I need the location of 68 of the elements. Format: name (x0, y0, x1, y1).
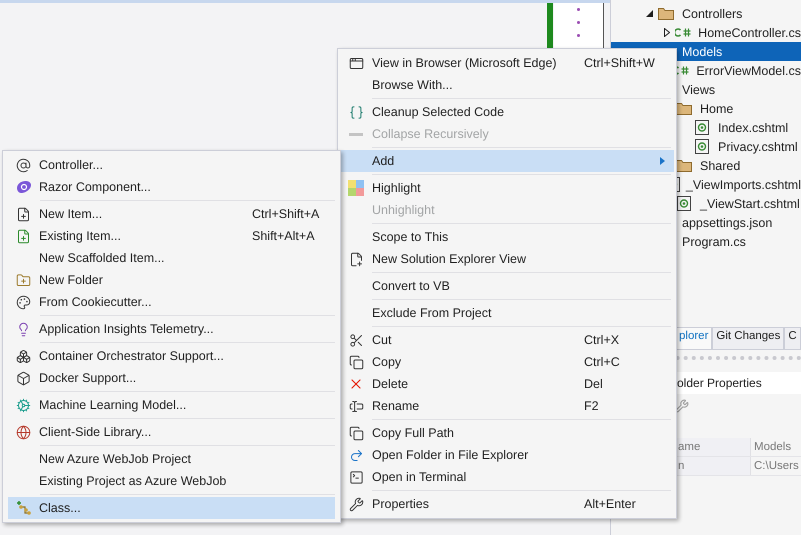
box-icon (16, 370, 31, 386)
menu-item[interactable]: Existing Project as Azure WebJob (8, 470, 335, 492)
file-plus-icon (16, 206, 31, 222)
menu-item[interactable]: Browse With... (340, 74, 674, 96)
minus-icon (349, 132, 363, 136)
scissors-icon (348, 332, 364, 348)
terminal-icon (348, 470, 364, 484)
shortcut-text: Alt+Enter (584, 497, 636, 511)
menu-item[interactable]: Application Insights Telemetry... (8, 318, 335, 340)
folder-icon (658, 7, 674, 20)
file-plus-icon (16, 228, 31, 244)
menu-item[interactable]: Class... (8, 497, 335, 519)
color-squares-icon (348, 180, 364, 196)
palette-icon (16, 294, 31, 310)
razor-file-icon (695, 120, 709, 135)
shortcut-text: Del (584, 377, 603, 391)
shortcut-text: Shift+Alt+A (252, 229, 315, 243)
at-sign-icon (16, 158, 31, 172)
boxes-icon (16, 348, 31, 364)
globe-icon (16, 424, 31, 440)
wrench-icon[interactable] (675, 399, 689, 413)
menu-item[interactable]: Rename F2 (340, 395, 674, 417)
menu-item[interactable]: New Solution Explorer View (340, 248, 674, 270)
menu-item[interactable]: Client-Side Library... (8, 421, 335, 443)
csharp-file-icon (674, 28, 691, 37)
copy-icon (348, 426, 364, 440)
swirl-icon (16, 180, 32, 194)
curved-arrow-icon (348, 448, 364, 462)
menu-item[interactable]: New Folder (8, 269, 335, 291)
menu-item[interactable]: Existing Item... Shift+Alt+A (8, 225, 335, 247)
menu-item[interactable]: New Azure WebJob Project (8, 448, 335, 470)
menu-item[interactable]: Machine Learning Model... (8, 394, 335, 416)
menu-item[interactable]: Razor Component... (8, 176, 335, 198)
shortcut-text: Ctrl+C (584, 355, 620, 369)
menu-item[interactable]: Exclude From Project (340, 302, 674, 324)
menu-item[interactable]: Controller... (8, 154, 335, 176)
menu-item[interactable]: Convert to VB (340, 275, 674, 297)
class-icon (16, 500, 32, 516)
folder-icon (676, 102, 692, 115)
menu-item[interactable]: Container Orchestrator Support... (8, 345, 335, 367)
wrench-icon (348, 496, 364, 512)
menu-item[interactable]: New Item... Ctrl+Shift+A (8, 203, 335, 225)
tree-item[interactable]: Controllers (611, 4, 801, 23)
shortcut-text: F2 (584, 399, 599, 413)
menu-item[interactable]: Add (340, 150, 674, 172)
new-window-icon (348, 252, 364, 266)
menu-item[interactable]: Copy Ctrl+C (340, 351, 674, 373)
app-window-icon (348, 56, 364, 70)
braces-icon (348, 104, 364, 120)
razor-file-icon (695, 139, 709, 154)
menu-item[interactable]: Scope to This (340, 226, 674, 248)
menu-item[interactable]: Properties Alt+Enter (340, 493, 674, 515)
menu-item[interactable]: Docker Support... (8, 367, 335, 389)
copy-icon (348, 354, 364, 370)
shortcut-text: Ctrl+Shift+A (252, 207, 320, 221)
text-cursor-icon (348, 398, 364, 414)
menu-item[interactable]: Cut Ctrl+X (340, 329, 674, 351)
panel-tab[interactable]: plorer (675, 327, 712, 349)
panel-tab[interactable]: C (784, 327, 801, 349)
menu-item[interactable]: From Cookiecutter... (8, 291, 335, 313)
menu-item[interactable]: New Scaffolded Item... (8, 247, 335, 269)
panel-tab[interactable]: Git Changes (712, 327, 784, 349)
tree-item[interactable]: HomeController.cs (611, 23, 801, 42)
shortcut-text: Ctrl+X (584, 333, 620, 347)
folder-plus-icon (16, 272, 31, 288)
folder-icon (676, 159, 692, 172)
cog-icon (16, 398, 31, 412)
property-cell: C:\Users (750, 457, 801, 475)
